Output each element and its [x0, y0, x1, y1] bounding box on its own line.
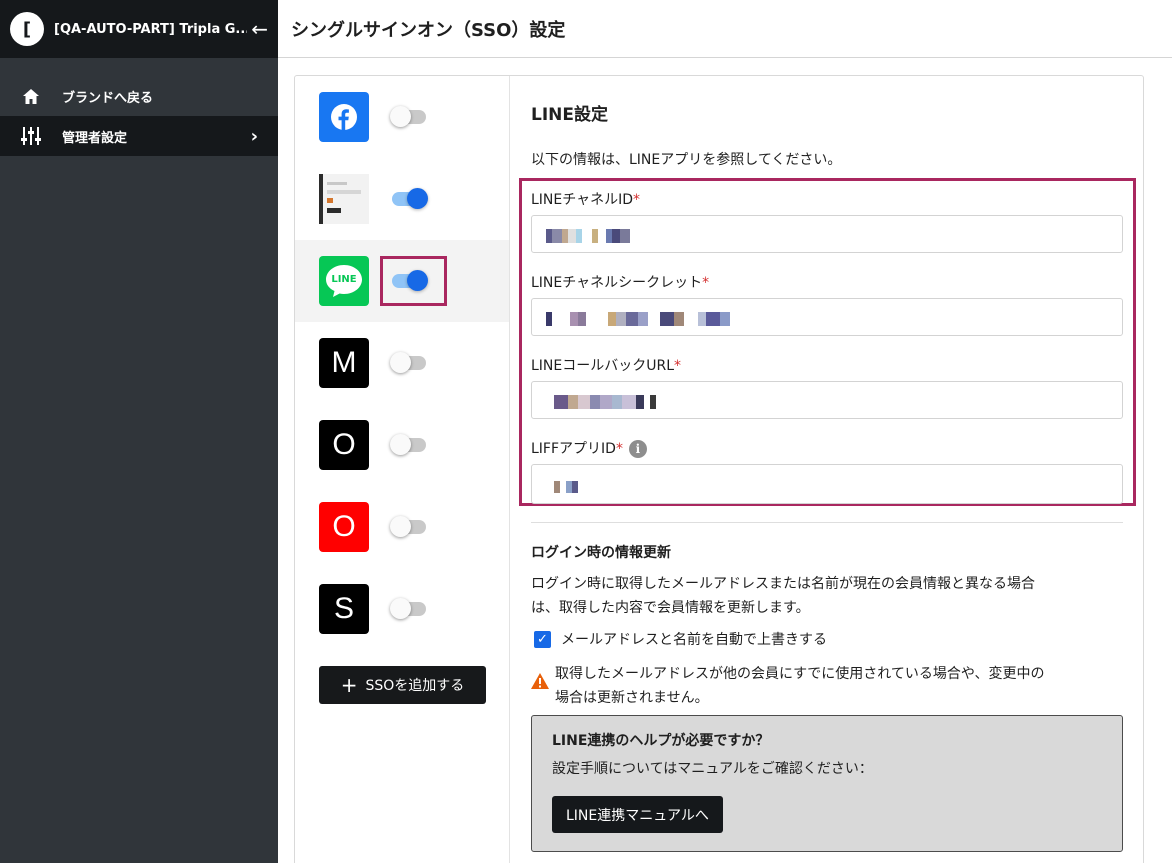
back-arrow-icon[interactable]: ← — [251, 17, 268, 41]
sidebar-item-label: 管理者設定 — [62, 130, 128, 146]
toggle-knob — [390, 598, 411, 619]
auto-overwrite-checkbox[interactable]: ✓ — [534, 630, 551, 648]
m-provider-icon: M — [319, 338, 369, 388]
sidebar-header: [ [QA-AUTO-PART] Tripla G... ← — [0, 0, 278, 58]
o-red-toggle[interactable] — [390, 516, 426, 537]
auto-overwrite-option[interactable]: ✓ メールアドレスと名前を自動で上書きする — [534, 629, 827, 649]
brand-logo: [ — [10, 12, 44, 46]
toggle-highlight-box — [380, 256, 447, 306]
page-title: シングルサインオン（SSO）設定 — [291, 19, 566, 41]
channel-secret-label: LINEチャネルシークレット* — [531, 275, 710, 291]
toggle-knob — [390, 434, 411, 455]
sidebar-item-admin-settings[interactable]: 管理者設定 › — [0, 116, 278, 156]
warning-icon — [531, 673, 555, 710]
sidebar-item-back-to-brand[interactable]: ブランドへ戻る — [0, 76, 278, 116]
line-manual-button[interactable]: LINE連携マニュアルへ — [552, 796, 723, 833]
masked-value — [546, 229, 630, 243]
liff-app-id-label: LIFFアプリID* i — [531, 438, 647, 458]
provider-row-o[interactable]: O — [295, 404, 509, 486]
o-provider-icon: O — [319, 420, 369, 470]
callback-url-label: LINEコールバックURL* — [531, 358, 682, 374]
info-icon[interactable]: i — [628, 440, 647, 458]
help-text: 設定手順についてはマニュアルをご確認ください： — [552, 761, 873, 777]
home-icon — [20, 88, 42, 104]
callback-url-input[interactable] — [531, 381, 1123, 419]
m-toggle[interactable] — [390, 352, 426, 373]
toggle-knob — [390, 516, 411, 537]
provider-row-custom-image[interactable] — [295, 158, 509, 240]
add-sso-label: SSOを追加する — [365, 678, 465, 694]
facebook-icon — [319, 92, 369, 142]
page-header: シングルサインオン（SSO）設定 — [278, 0, 1172, 58]
line-icon: LINE — [319, 256, 369, 306]
help-box: LINE連携のヘルプが必要ですか？ 設定手順についてはマニュアルをご確認ください… — [531, 715, 1123, 852]
warning-text-line2: 場合は更新されません。 — [555, 690, 709, 706]
sliders-icon — [20, 127, 42, 145]
plus-icon: + — [340, 673, 358, 697]
add-sso-button[interactable]: + SSOを追加する — [319, 666, 486, 704]
help-title: LINE連携のヘルプが必要ですか？ — [552, 733, 770, 749]
custom-image-toggle[interactable] — [392, 188, 428, 209]
sso-settings-card: LINE M O O S + SSOを追加する LINE設定 以下の情報は、LI… — [294, 75, 1144, 863]
login-update-title: ログイン時の情報更新 — [531, 545, 671, 561]
toggle-knob — [390, 106, 411, 127]
s-provider-icon: S — [319, 584, 369, 634]
masked-value — [546, 395, 656, 409]
provider-list: LINE M O O S + SSOを追加する — [295, 76, 510, 863]
provider-row-s[interactable]: S — [295, 568, 509, 650]
o-toggle[interactable] — [390, 434, 426, 455]
warning-text-line1: 取得したメールアドレスが他の会員にすでに使用されている場合や、変更中の — [555, 666, 1045, 682]
s-toggle[interactable] — [390, 598, 426, 619]
masked-value — [546, 481, 578, 493]
channel-id-input[interactable] — [531, 215, 1123, 253]
channel-secret-input[interactable] — [531, 298, 1123, 336]
divider — [531, 522, 1123, 523]
chevron-right-icon: › — [250, 125, 258, 147]
intro-text: 以下の情報は、LINEアプリを参照してください。 — [531, 152, 842, 168]
login-update-description: ログイン時に取得したメールアドレスまたは名前が現在の会員情報と異なる場合 は、取… — [531, 576, 1035, 616]
toggle-knob — [390, 352, 411, 373]
line-icon-text: LINE — [331, 273, 357, 285]
section-title: LINE設定 — [531, 105, 608, 125]
auto-overwrite-label: メールアドレスと名前を自動で上書きする — [561, 632, 827, 648]
channel-id-label: LINEチャネルID* — [531, 192, 641, 208]
provider-row-m[interactable]: M — [295, 322, 509, 404]
brand-name: [QA-AUTO-PART] Tripla G... — [54, 21, 248, 37]
provider-row-facebook[interactable] — [295, 76, 509, 158]
sidebar: [ [QA-AUTO-PART] Tripla G... ← ブランドへ戻る 管… — [0, 0, 278, 863]
liff-app-id-input[interactable] — [531, 464, 1123, 504]
provider-row-o-red[interactable]: O — [295, 486, 509, 568]
masked-value — [546, 312, 730, 326]
image-thumbnail-icon — [319, 174, 369, 224]
provider-row-line[interactable]: LINE — [295, 240, 509, 322]
warning-message: 取得したメールアドレスが他の会員にすでに使用されている場合や、変更中の 場合は更… — [531, 662, 1044, 710]
sidebar-item-label: ブランドへ戻る — [62, 90, 154, 106]
o-red-provider-icon: O — [319, 502, 369, 552]
facebook-toggle[interactable] — [390, 106, 426, 127]
toggle-knob — [407, 188, 428, 209]
